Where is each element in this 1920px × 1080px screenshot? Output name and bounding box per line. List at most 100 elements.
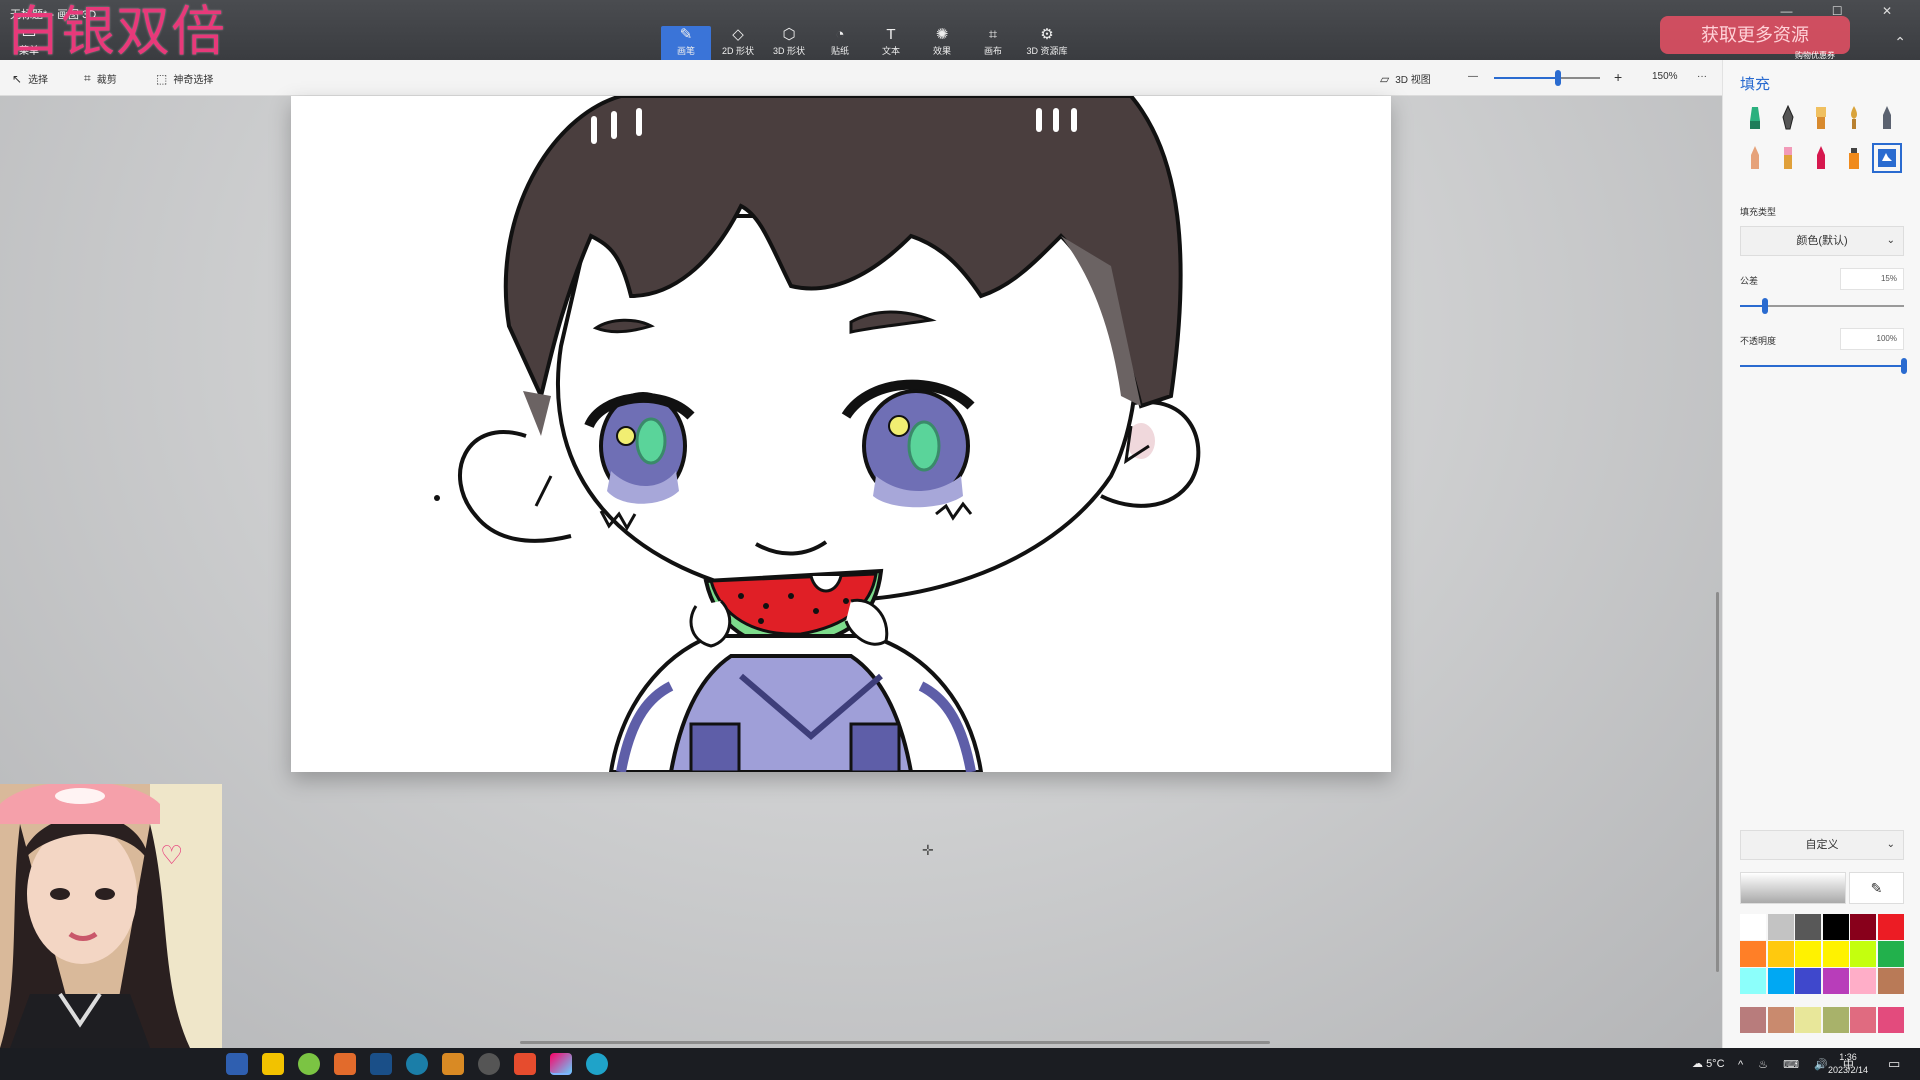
opacity-slider[interactable] xyxy=(1740,358,1907,374)
more-options-button[interactable]: ··· xyxy=(1697,71,1707,82)
color-swatch[interactable] xyxy=(1877,941,1904,967)
watercolor-brush[interactable] xyxy=(1839,103,1869,133)
title-bar: 无标题* - 画图 3D ▭ 菜单 白银双倍 ✎ 画笔 ◇ 2D 形状 ⬡ 3D… xyxy=(0,0,1920,63)
notification-icon[interactable]: ▭ xyxy=(1888,1056,1900,1072)
paint3d-app-icon[interactable] xyxy=(550,1053,572,1075)
color-swatch[interactable] xyxy=(1740,1007,1766,1033)
window-controls[interactable]: — ☐ ✕ xyxy=(1781,4,1910,18)
color-swatch[interactable] xyxy=(1822,941,1849,967)
color-swatch[interactable] xyxy=(1740,914,1766,940)
crayon-brush[interactable] xyxy=(1773,143,1803,173)
vertical-scrollbar[interactable] xyxy=(1716,592,1719,972)
browser-app-icon[interactable] xyxy=(298,1053,320,1075)
eyedropper-icon: ✎ xyxy=(1870,880,1883,896)
editor-app-icon[interactable] xyxy=(334,1053,356,1075)
3d-view-toggle[interactable]: ▱ 3D 视图 xyxy=(1380,71,1431,87)
color-swatch[interactable] xyxy=(1767,968,1794,994)
color-swatch[interactable] xyxy=(1795,914,1821,940)
current-color-preview[interactable] xyxy=(1740,872,1846,904)
drawing-canvas[interactable] xyxy=(291,96,1391,772)
eraser-brush[interactable] xyxy=(1740,143,1770,173)
color-swatch[interactable] xyxy=(1822,1007,1849,1033)
oil-brush[interactable] xyxy=(1806,103,1836,133)
store-badge[interactable]: 获取更多资源 xyxy=(1660,16,1850,54)
tab-brushes[interactable]: ✎ 画笔 xyxy=(661,26,711,60)
color-swatch[interactable] xyxy=(1795,968,1821,994)
color-swatch[interactable] xyxy=(1877,914,1904,940)
color-swatch[interactable] xyxy=(1767,941,1794,967)
collapse-ribbon-icon[interactable]: ⌃ xyxy=(1894,34,1906,51)
eraser-icon xyxy=(1751,146,1759,169)
sticker-icon: ◔ xyxy=(835,26,845,43)
opacity-slider-thumb[interactable] xyxy=(1901,358,1907,374)
horizontal-scrollbar[interactable] xyxy=(520,1041,1270,1044)
color-swatch[interactable] xyxy=(1767,914,1794,940)
zoom-out-button[interactable]: — xyxy=(1468,71,1478,82)
music-app-icon[interactable] xyxy=(406,1053,428,1075)
select-tool[interactable]: ↖ 选择 xyxy=(12,71,48,87)
tolerance-input[interactable]: 15% xyxy=(1840,268,1904,290)
chevron-down-icon: ⌄ xyxy=(1886,235,1895,246)
fill-panel: 填充 填充类型 颜色(默认) ⌄ 公差 15% 不透明度 100% 自定义 ⌄ … xyxy=(1722,60,1920,1048)
chevron-down-icon: ⌄ xyxy=(1886,839,1895,850)
color-swatch[interactable] xyxy=(1795,941,1821,967)
spray-can-brush[interactable] xyxy=(1839,143,1869,173)
edge-app-icon[interactable] xyxy=(586,1053,608,1075)
fill-bucket-brush[interactable] xyxy=(1872,143,1902,173)
color-swatch[interactable] xyxy=(1850,914,1876,940)
magic-select-tool[interactable]: ⬚ 神奇选择 xyxy=(156,71,213,87)
zoom-slider[interactable] xyxy=(1494,70,1600,86)
zoom-in-button[interactable]: + xyxy=(1614,69,1622,85)
opacity-input[interactable]: 100% xyxy=(1840,328,1904,350)
clock[interactable]: 1:36 2023/2/14 xyxy=(1828,1051,1868,1077)
color-swatch[interactable] xyxy=(1822,968,1849,994)
color-swatch[interactable] xyxy=(1850,968,1876,994)
eyedropper-button[interactable]: ✎ xyxy=(1849,872,1904,904)
stream-overlay-text: 白银双倍 xyxy=(6,0,226,63)
chat-app-icon[interactable] xyxy=(262,1053,284,1075)
tab-2d-shapes[interactable]: ◇ 2D 形状 xyxy=(713,26,763,60)
color-swatch[interactable] xyxy=(1850,1007,1876,1033)
pixel-pen-icon xyxy=(1817,146,1825,169)
weather-widget[interactable]: ☁ 5°C xyxy=(1692,1057,1725,1070)
pixel-pen-brush[interactable] xyxy=(1806,143,1836,173)
tab-stickers[interactable]: ◔ 贴纸 xyxy=(815,26,865,60)
obs-app-icon[interactable] xyxy=(478,1053,500,1075)
crop-tool[interactable]: ⌗ 裁剪 xyxy=(84,71,117,86)
2d-shapes-icon: ◇ xyxy=(732,26,744,43)
magic-select-icon: ⬚ xyxy=(156,71,168,86)
zoom-slider-thumb[interactable] xyxy=(1555,70,1561,86)
color-swatch[interactable] xyxy=(1850,941,1876,967)
tolerance-slider[interactable] xyxy=(1740,298,1904,314)
color-swatch[interactable] xyxy=(1767,1007,1794,1033)
color-swatch[interactable] xyxy=(1877,1007,1904,1033)
effects-icon: ✺ xyxy=(935,26,949,43)
files-app-icon[interactable] xyxy=(442,1053,464,1075)
tab-canvas[interactable]: ⌗ 画布 xyxy=(968,26,1018,60)
calligraphy-pen-brush[interactable] xyxy=(1773,103,1803,133)
color-swatch[interactable] xyxy=(1740,941,1766,967)
pencil-brush[interactable] xyxy=(1872,103,1902,133)
tolerance-slider-thumb[interactable] xyxy=(1762,298,1768,314)
color-swatch[interactable] xyxy=(1740,968,1766,994)
marker-brush[interactable] xyxy=(1740,103,1770,133)
character-drawing xyxy=(434,96,1201,772)
tab-text[interactable]: T 文本 xyxy=(866,26,916,60)
calligraphy-pen-icon xyxy=(1782,105,1794,130)
fill-type-label: 填充类型 xyxy=(1740,207,1777,217)
custom-color-select[interactable]: 自定义 ⌄ xyxy=(1740,830,1904,860)
fill-bucket-icon xyxy=(1878,149,1896,167)
cursor-crosshair-icon: ✛ xyxy=(922,842,934,858)
color-swatch[interactable] xyxy=(1795,1007,1821,1033)
fill-type-select[interactable]: 颜色(默认) ⌄ xyxy=(1740,226,1904,256)
color-swatch[interactable] xyxy=(1822,914,1849,940)
brush-icon: ✎ xyxy=(679,26,693,43)
steam-app-icon[interactable] xyxy=(370,1053,392,1075)
tab-effects[interactable]: ✺ 效果 xyxy=(917,26,967,60)
g-app-icon[interactable] xyxy=(514,1053,536,1075)
color-swatch[interactable] xyxy=(1877,968,1904,994)
tab-3d-library[interactable]: ⚙ 3D 资源库 xyxy=(1019,26,1075,60)
maps-app-icon[interactable] xyxy=(226,1053,248,1075)
tab-3d-shapes[interactable]: ⬡ 3D 形状 xyxy=(764,26,814,60)
workspace: ✛ xyxy=(0,96,1722,1048)
